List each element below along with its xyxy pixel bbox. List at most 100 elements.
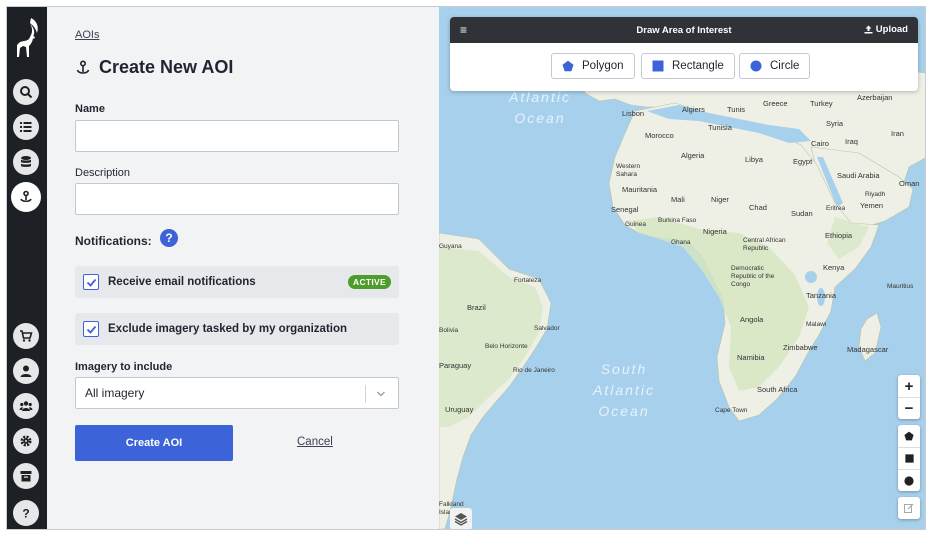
anchor-pin-icon [20, 190, 32, 203]
ocean-label: South Atlantic Ocean [593, 361, 655, 419]
draw-panel-title: Draw Area of Interest [636, 24, 732, 36]
edit-icon [904, 503, 914, 513]
circle-icon [750, 60, 762, 72]
imagery-select[interactable]: All imagery [75, 377, 399, 409]
users-icon [19, 401, 33, 411]
rectangle-label: Rectangle [672, 60, 724, 72]
polygon-tool-button[interactable] [898, 425, 920, 447]
zoom-out-button[interactable]: − [898, 397, 920, 419]
rectangle-tool-button[interactable] [898, 447, 920, 469]
map-label: Malawi [806, 321, 827, 328]
anchor-pin-icon [76, 59, 90, 74]
imagery-label: Imagery to include [75, 361, 173, 373]
draw-circle-button[interactable]: Circle [739, 53, 811, 79]
app-window: ? AOIs Create New AOI Name Description N… [6, 6, 926, 530]
map-label: Guyana [439, 243, 462, 250]
cart-nav-button[interactable] [13, 323, 39, 349]
draw-rectangle-button[interactable]: Rectangle [641, 53, 735, 79]
map-label: Mauritius [887, 283, 914, 290]
exclude-imagery-label: Exclude imagery tasked by my organizatio… [108, 323, 348, 335]
map-label: Mali [671, 195, 685, 204]
map-label: Fortaleza [514, 277, 542, 284]
name-input[interactable] [75, 120, 399, 152]
map-label: Belo Horizonte [485, 343, 528, 350]
svg-text:?: ? [22, 507, 29, 521]
email-notifications-option[interactable]: Receive email notifications ACTIVE [75, 266, 399, 298]
draw-panel-header: ≡ Draw Area of Interest Upload [450, 17, 918, 43]
check-icon [86, 278, 96, 287]
imagery-select-value: All imagery [85, 386, 145, 400]
team-nav-button[interactable] [13, 393, 39, 419]
map-label: Senegal [611, 205, 639, 214]
draw-aoi-panel: ≡ Draw Area of Interest Upload Polygon R… [450, 17, 918, 91]
circle-label: Circle [770, 60, 800, 72]
upload-label: Upload [875, 24, 908, 35]
gear-icon [20, 435, 32, 447]
map-label: Iran [891, 129, 904, 138]
map-label: Zimbabwe [783, 343, 818, 352]
map-label: Tanzania [806, 291, 837, 300]
create-aoi-panel: AOIs Create New AOI Name Description Not… [47, 7, 439, 529]
map-label: Syria [826, 119, 844, 128]
archive-nav-button[interactable] [13, 463, 39, 489]
map-label: Bolivia [439, 327, 459, 334]
user-nav-button[interactable] [13, 358, 39, 384]
square-icon [904, 454, 914, 463]
upload-icon [864, 25, 873, 34]
map-label: Chad [749, 203, 767, 212]
zoom-in-button[interactable]: + [898, 375, 920, 397]
map-label: Burkina Faso [658, 217, 697, 224]
layers-button[interactable] [450, 508, 472, 529]
ocean-label: Atlantic Ocean [509, 89, 571, 126]
status-badge: ACTIVE [348, 275, 391, 289]
notifications-help-button[interactable]: ? [160, 229, 178, 247]
breadcrumb-aois-link[interactable]: AOIs [75, 29, 99, 41]
aoi-nav-button[interactable] [13, 184, 39, 210]
cart-icon [20, 330, 33, 342]
map-label: Democratic Republic of the Congo [731, 265, 775, 288]
map-label: Greece [763, 99, 788, 108]
map-label: Riyadh [865, 191, 886, 198]
map-label: Cairo [811, 139, 829, 148]
create-aoi-button[interactable]: Create AOI [75, 425, 233, 461]
menu-icon[interactable]: ≡ [460, 23, 467, 37]
draw-tools-control [898, 425, 920, 491]
ibex-logo [17, 18, 38, 57]
edit-shape-button[interactable] [898, 497, 920, 519]
map-label: Egypt [793, 157, 813, 166]
database-nav-button[interactable] [13, 149, 39, 175]
map-label: Mauritania [622, 185, 658, 194]
zoom-control: + − [898, 375, 920, 419]
draw-polygon-button[interactable]: Polygon [551, 53, 635, 79]
select-divider [365, 385, 366, 403]
cancel-button[interactable]: Cancel [297, 436, 333, 448]
map-label: Eritrea [826, 205, 846, 212]
circle-tool-button[interactable] [898, 469, 920, 491]
map-label: Turkey [810, 99, 833, 108]
map-label: Uruguay [445, 405, 474, 414]
map-label: Central African Republic [743, 237, 786, 252]
search-nav-button[interactable] [13, 79, 39, 105]
map-label: Namibia [737, 353, 765, 362]
question-icon: ? [22, 507, 29, 521]
check-icon [86, 325, 96, 334]
map-label: Libya [745, 155, 763, 164]
settings-nav-button[interactable] [13, 428, 39, 454]
email-notifications-checkbox[interactable] [83, 274, 99, 290]
page-title: Create New AOI [99, 57, 234, 77]
map-label: Ethiopia [825, 231, 853, 240]
map-label: Guinea [625, 221, 646, 228]
polygon-label: Polygon [582, 60, 624, 72]
map-label: Paraguay [439, 361, 472, 370]
map-label: Nigeria [703, 227, 727, 236]
exclude-imagery-checkbox[interactable] [83, 321, 99, 337]
map-view[interactable]: Atlantic Ocean South Atlantic Ocean Gree… [439, 7, 925, 529]
exclude-imagery-option[interactable]: Exclude imagery tasked by my organizatio… [75, 313, 399, 345]
map-label: Azerbaijan [857, 93, 893, 102]
description-input[interactable] [75, 183, 399, 215]
map-label: Niger [711, 195, 729, 204]
tasks-nav-button[interactable] [13, 114, 39, 140]
upload-button[interactable]: Upload [864, 24, 908, 35]
help-nav-button[interactable]: ? [13, 500, 39, 526]
map-label: Rio de Janeiro [513, 367, 555, 374]
